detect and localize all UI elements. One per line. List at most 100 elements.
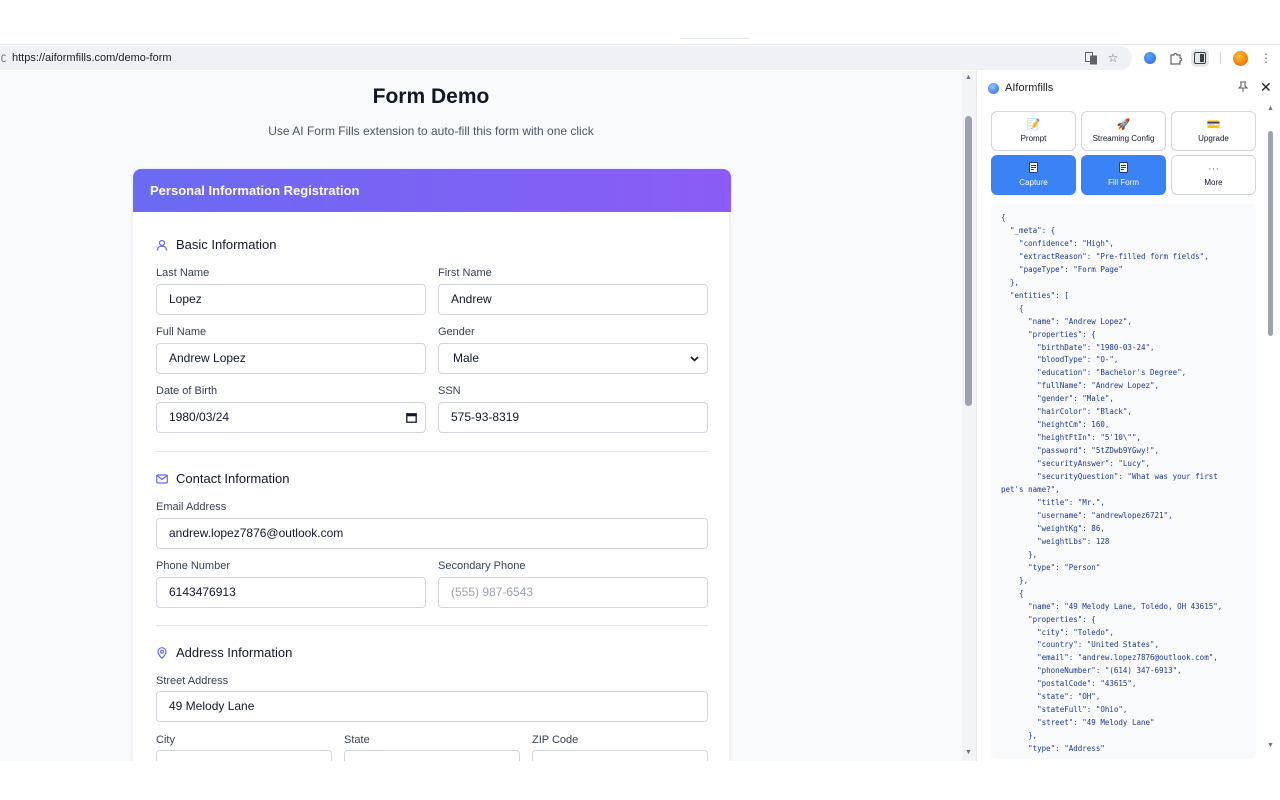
json-line: { (1001, 588, 1024, 598)
json-line: "pageType": "Form Page" (1001, 264, 1123, 274)
last-name-input[interactable]: Lopez (156, 284, 426, 315)
state-input[interactable] (344, 750, 520, 761)
credit-card-icon: 💳 (1206, 119, 1221, 131)
phone-input[interactable]: 6143476913 (156, 577, 426, 608)
prompt-button[interactable]: 📝 Prompt (991, 111, 1076, 151)
profile-avatar[interactable] (1231, 49, 1249, 67)
json-line: "city": "Toledo", (1001, 627, 1114, 637)
side-panel-scrollbar[interactable]: ▲ ▼ (1267, 105, 1275, 761)
address-bar[interactable]: ʗ https://aiformfills.com/demo-form (0, 46, 1132, 70)
json-output-text: { "_meta": { "confidence": "High", "extr… (1001, 212, 1246, 756)
dob-label: Date of Birth (156, 385, 218, 397)
rocket-icon: 🚀 (1116, 119, 1131, 131)
json-line: }, (1001, 575, 1029, 585)
email-label: Email Address (156, 501, 227, 513)
side-panel-scrollbar-thumb[interactable] (1268, 131, 1273, 336)
state-label: State (344, 734, 370, 746)
section-title-text: Contact Information (176, 471, 290, 486)
upgrade-button[interactable]: 💳 Upgrade (1171, 111, 1256, 151)
browser-menu-icon[interactable]: ⋮ (1257, 49, 1275, 67)
dob-input[interactable]: 1980/03/24 (156, 402, 426, 433)
json-line: "_meta": { (1001, 225, 1056, 235)
side-panel-title: AIformfills (1005, 82, 1054, 94)
side-panel-icon[interactable] (1191, 49, 1209, 67)
translate-icon[interactable] (1082, 49, 1100, 67)
json-line: pet's name?", (1001, 485, 1060, 495)
json-output-viewer[interactable]: { "_meta": { "confidence": "High", "extr… (991, 204, 1256, 759)
browser-window: ʗ https://aiformfills.com/demo-form ☆ ⋮ … (0, 0, 1280, 800)
secondary-phone-input[interactable]: (555) 987-6543 (438, 577, 708, 608)
json-line: "securityAnswer": "Lucy", (1001, 459, 1151, 469)
ssn-input[interactable]: 575-93-8319 (438, 402, 708, 433)
phone-label: Phone Number (156, 560, 230, 572)
json-line: "type": "Person" (1001, 562, 1101, 572)
json-line: "street": "49 Melody Lane" (1001, 718, 1155, 728)
card-header: Personal Information Registration (133, 169, 731, 212)
side-panel-header: AIformfills ✕ (977, 71, 1280, 105)
close-icon[interactable]: ✕ (1260, 79, 1272, 96)
prompt-button-label: Prompt (1020, 134, 1047, 143)
gender-selected-value: Male (453, 351, 480, 365)
json-line: "postalCode": "43615", (1001, 679, 1137, 689)
email-input[interactable]: andrew.lopez7876@outlook.com (156, 518, 708, 549)
streaming-config-button[interactable]: 🚀 Streaming Config (1081, 111, 1166, 151)
gender-select[interactable]: Male (438, 343, 708, 374)
json-line: "extractReason": "Pre-filled form fields… (1001, 251, 1209, 261)
json-line: "heightFtIn": "5'10\"", (1001, 433, 1141, 443)
zip-input[interactable] (532, 750, 708, 761)
scroll-up-arrow-icon[interactable]: ▲ (965, 74, 972, 81)
page-scrollbar-thumb[interactable] (965, 116, 972, 406)
site-info-icon[interactable]: ʗ (1, 52, 6, 63)
document-icon (1117, 162, 1131, 176)
first-name-input[interactable]: Andrew (438, 284, 708, 315)
json-line: "birthDate": "1980-03-24", (1001, 342, 1155, 352)
json-line: "weightKg": 86, (1001, 523, 1105, 533)
page-subtitle: Use AI Form Fills extension to auto-fill… (268, 124, 594, 138)
page-scrollbar[interactable]: ▲ ▼ (962, 71, 976, 761)
section-divider (156, 625, 708, 626)
city-input[interactable] (156, 750, 332, 761)
extension-side-panel: AIformfills ✕ 📝 Prompt 🚀 Streaming Confi… (976, 71, 1280, 761)
section-basic-information: Basic Information (156, 237, 276, 252)
page-content: Form Demo Use AI Form Fills extension to… (0, 71, 962, 761)
calendar-icon[interactable] (406, 403, 417, 434)
mail-icon (156, 473, 168, 484)
page-title: Form Demo (372, 85, 490, 108)
section-divider (156, 451, 708, 452)
document-icon (1027, 162, 1041, 176)
capture-label: Capture (1019, 178, 1048, 187)
json-line: "confidence": "High", (1001, 238, 1114, 248)
full-name-input[interactable]: Andrew Lopez (156, 343, 426, 374)
card-title: Personal Information Registration (150, 183, 360, 198)
more-dots-icon: ··· (1208, 163, 1219, 175)
pin-icon[interactable] (1237, 81, 1249, 95)
aiformfills-extension-icon[interactable] (1141, 49, 1159, 67)
last-name-label: Last Name (156, 267, 210, 279)
bookmark-star-icon[interactable]: ☆ (1104, 49, 1122, 67)
json-line: }, (1001, 277, 1020, 287)
fill-form-label: Fill Form (1107, 178, 1140, 187)
toolbar-separator (1220, 52, 1221, 64)
toolbar: ʗ https://aiformfills.com/demo-form ☆ ⋮ (0, 44, 1280, 70)
json-line: }, (1001, 549, 1038, 559)
ssn-label: SSN (438, 385, 461, 397)
extensions-puzzle-icon[interactable] (1166, 49, 1184, 67)
url-text[interactable]: https://aiformfills.com/demo-form (12, 52, 172, 64)
json-line: "gender": "Male", (1001, 394, 1114, 404)
edit-note-icon: 📝 (1026, 119, 1041, 131)
fill-form-button[interactable]: Fill Form (1081, 155, 1166, 195)
section-address-information: Address Information (156, 645, 292, 660)
json-line: "weightLbs": 128 (1001, 536, 1110, 546)
city-label: City (156, 734, 175, 746)
more-button[interactable]: ··· More (1171, 155, 1256, 195)
scroll-down-arrow-icon[interactable]: ▼ (1267, 742, 1274, 749)
json-line: "email": "andrew.lopez7876@outlook.com", (1001, 653, 1218, 663)
active-tab-edge (680, 38, 750, 41)
full-name-label: Full Name (156, 326, 207, 338)
capture-button[interactable]: Capture (991, 155, 1076, 195)
scroll-up-arrow-icon[interactable]: ▲ (1267, 105, 1274, 112)
json-line: "name": "49 Melody Lane, Toledo, OH 4361… (1001, 601, 1223, 611)
json-line: "properties": { (1001, 329, 1096, 339)
street-input[interactable]: 49 Melody Lane (156, 691, 708, 722)
scroll-down-arrow-icon[interactable]: ▼ (965, 749, 972, 756)
